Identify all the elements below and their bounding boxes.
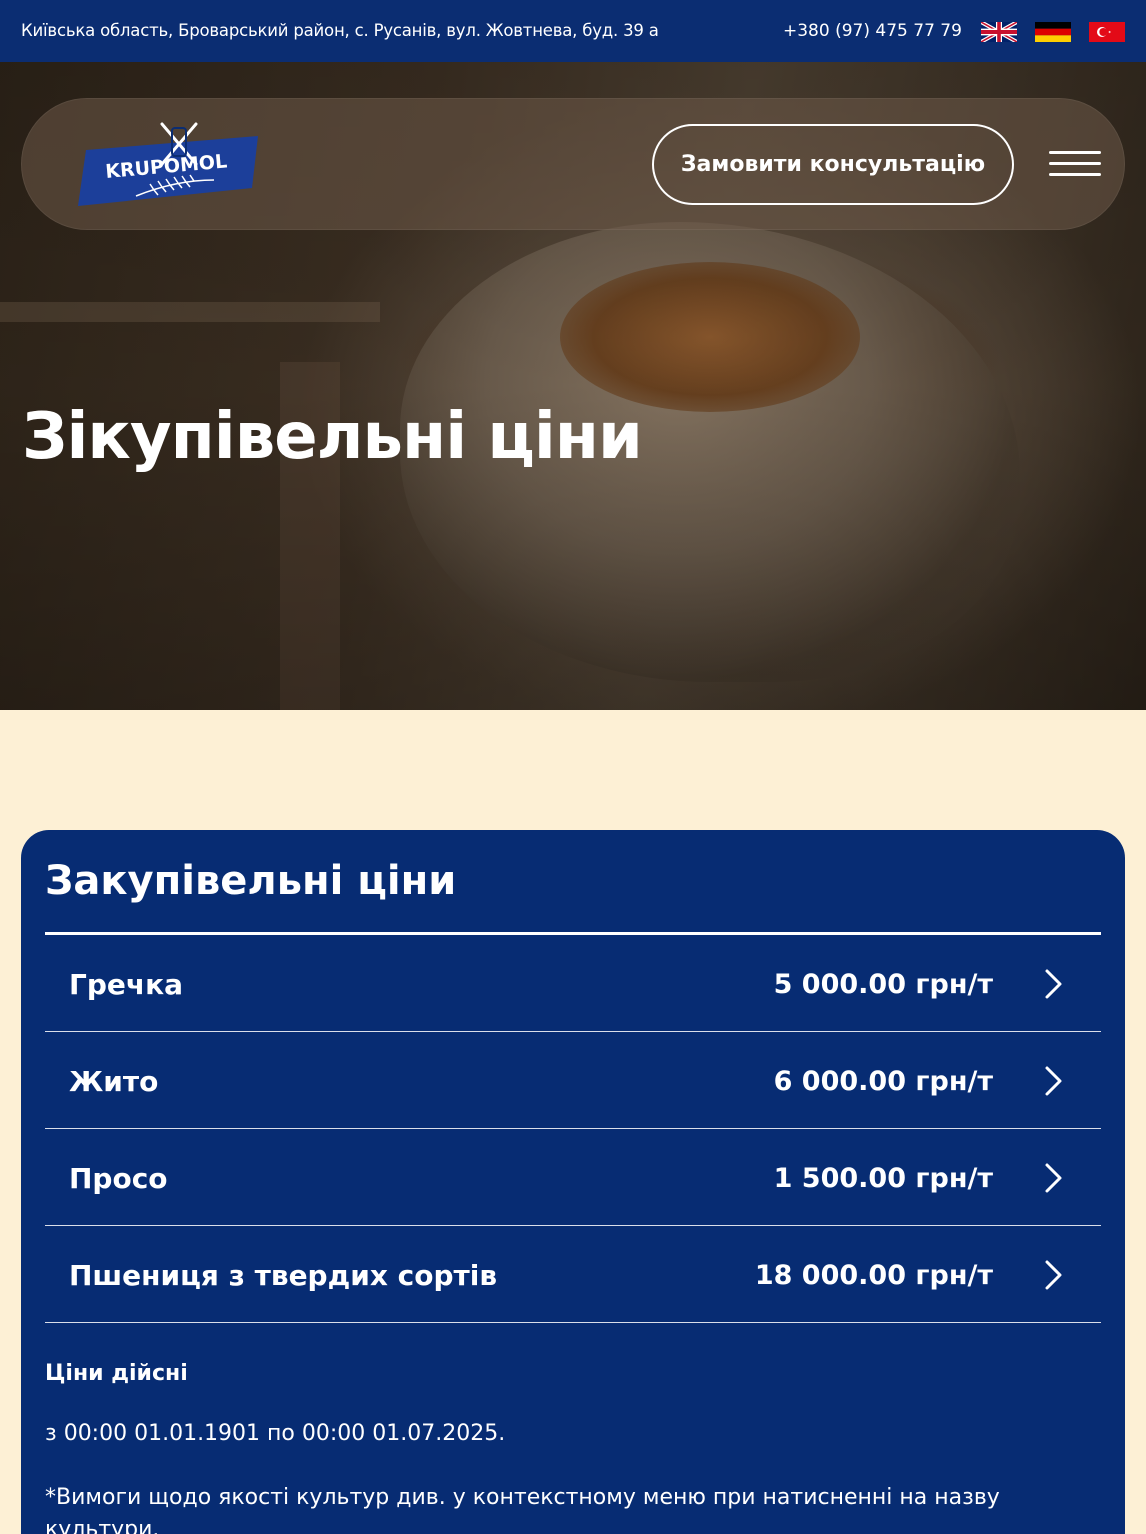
price-row-buckwheat[interactable]: Гречка 5 000.00 грн/т	[45, 935, 1101, 1032]
krupomol-logo[interactable]: KRUPOMOL	[76, 120, 260, 210]
crop-price: 6 000.00 грн/т	[773, 1066, 993, 1097]
validity-period: з 00:00 01.01.1901 по 00:00 01.07.2025.	[45, 1421, 506, 1446]
price-row-millet[interactable]: Просо 1 500.00 грн/т	[45, 1129, 1101, 1226]
price-row-rye[interactable]: Жито 6 000.00 грн/т	[45, 1032, 1101, 1129]
chevron-right-icon[interactable]	[1043, 1162, 1063, 1194]
crop-price: 18 000.00 грн/т	[754, 1260, 993, 1291]
crop-name[interactable]: Пшениця з твердих сортів	[69, 1259, 497, 1292]
crop-name[interactable]: Гречка	[69, 968, 183, 1001]
phone-link[interactable]: +380 (97) 475 77 79	[783, 21, 962, 41]
crop-price: 5 000.00 грн/т	[773, 969, 993, 1000]
quality-requirements-note: *Вимоги щодо якості культур див. у конте…	[45, 1485, 1000, 1534]
top-bar: Київська область, Броварський район, с. …	[0, 0, 1146, 62]
page-title: Зікупівельні ціни	[22, 400, 643, 474]
prices-card: Закупівельні ціни Гречка 5 000.00 грн/т …	[21, 830, 1125, 1534]
crop-name[interactable]: Жито	[69, 1065, 158, 1098]
address-text: Київська область, Броварський район, с. …	[21, 21, 659, 40]
uk-flag-icon[interactable]	[981, 22, 1017, 42]
order-consultation-button[interactable]: Замовити консультацію	[652, 124, 1014, 205]
validity-heading: Ціни дійсні	[45, 1361, 188, 1386]
price-row-durum-wheat[interactable]: Пшениця з твердих сортів 18 000.00 грн/т	[45, 1226, 1101, 1323]
crop-name[interactable]: Просо	[69, 1162, 168, 1195]
chevron-right-icon[interactable]	[1043, 968, 1063, 1000]
germany-flag-icon[interactable]	[1035, 22, 1071, 42]
chevron-right-icon[interactable]	[1043, 1065, 1063, 1097]
crop-price: 1 500.00 грн/т	[773, 1163, 993, 1194]
chevron-right-icon[interactable]	[1043, 1259, 1063, 1291]
turkey-flag-icon[interactable]	[1089, 22, 1125, 42]
hamburger-menu-icon[interactable]	[1049, 151, 1101, 177]
prices-card-title: Закупівельні ціни	[45, 858, 457, 904]
